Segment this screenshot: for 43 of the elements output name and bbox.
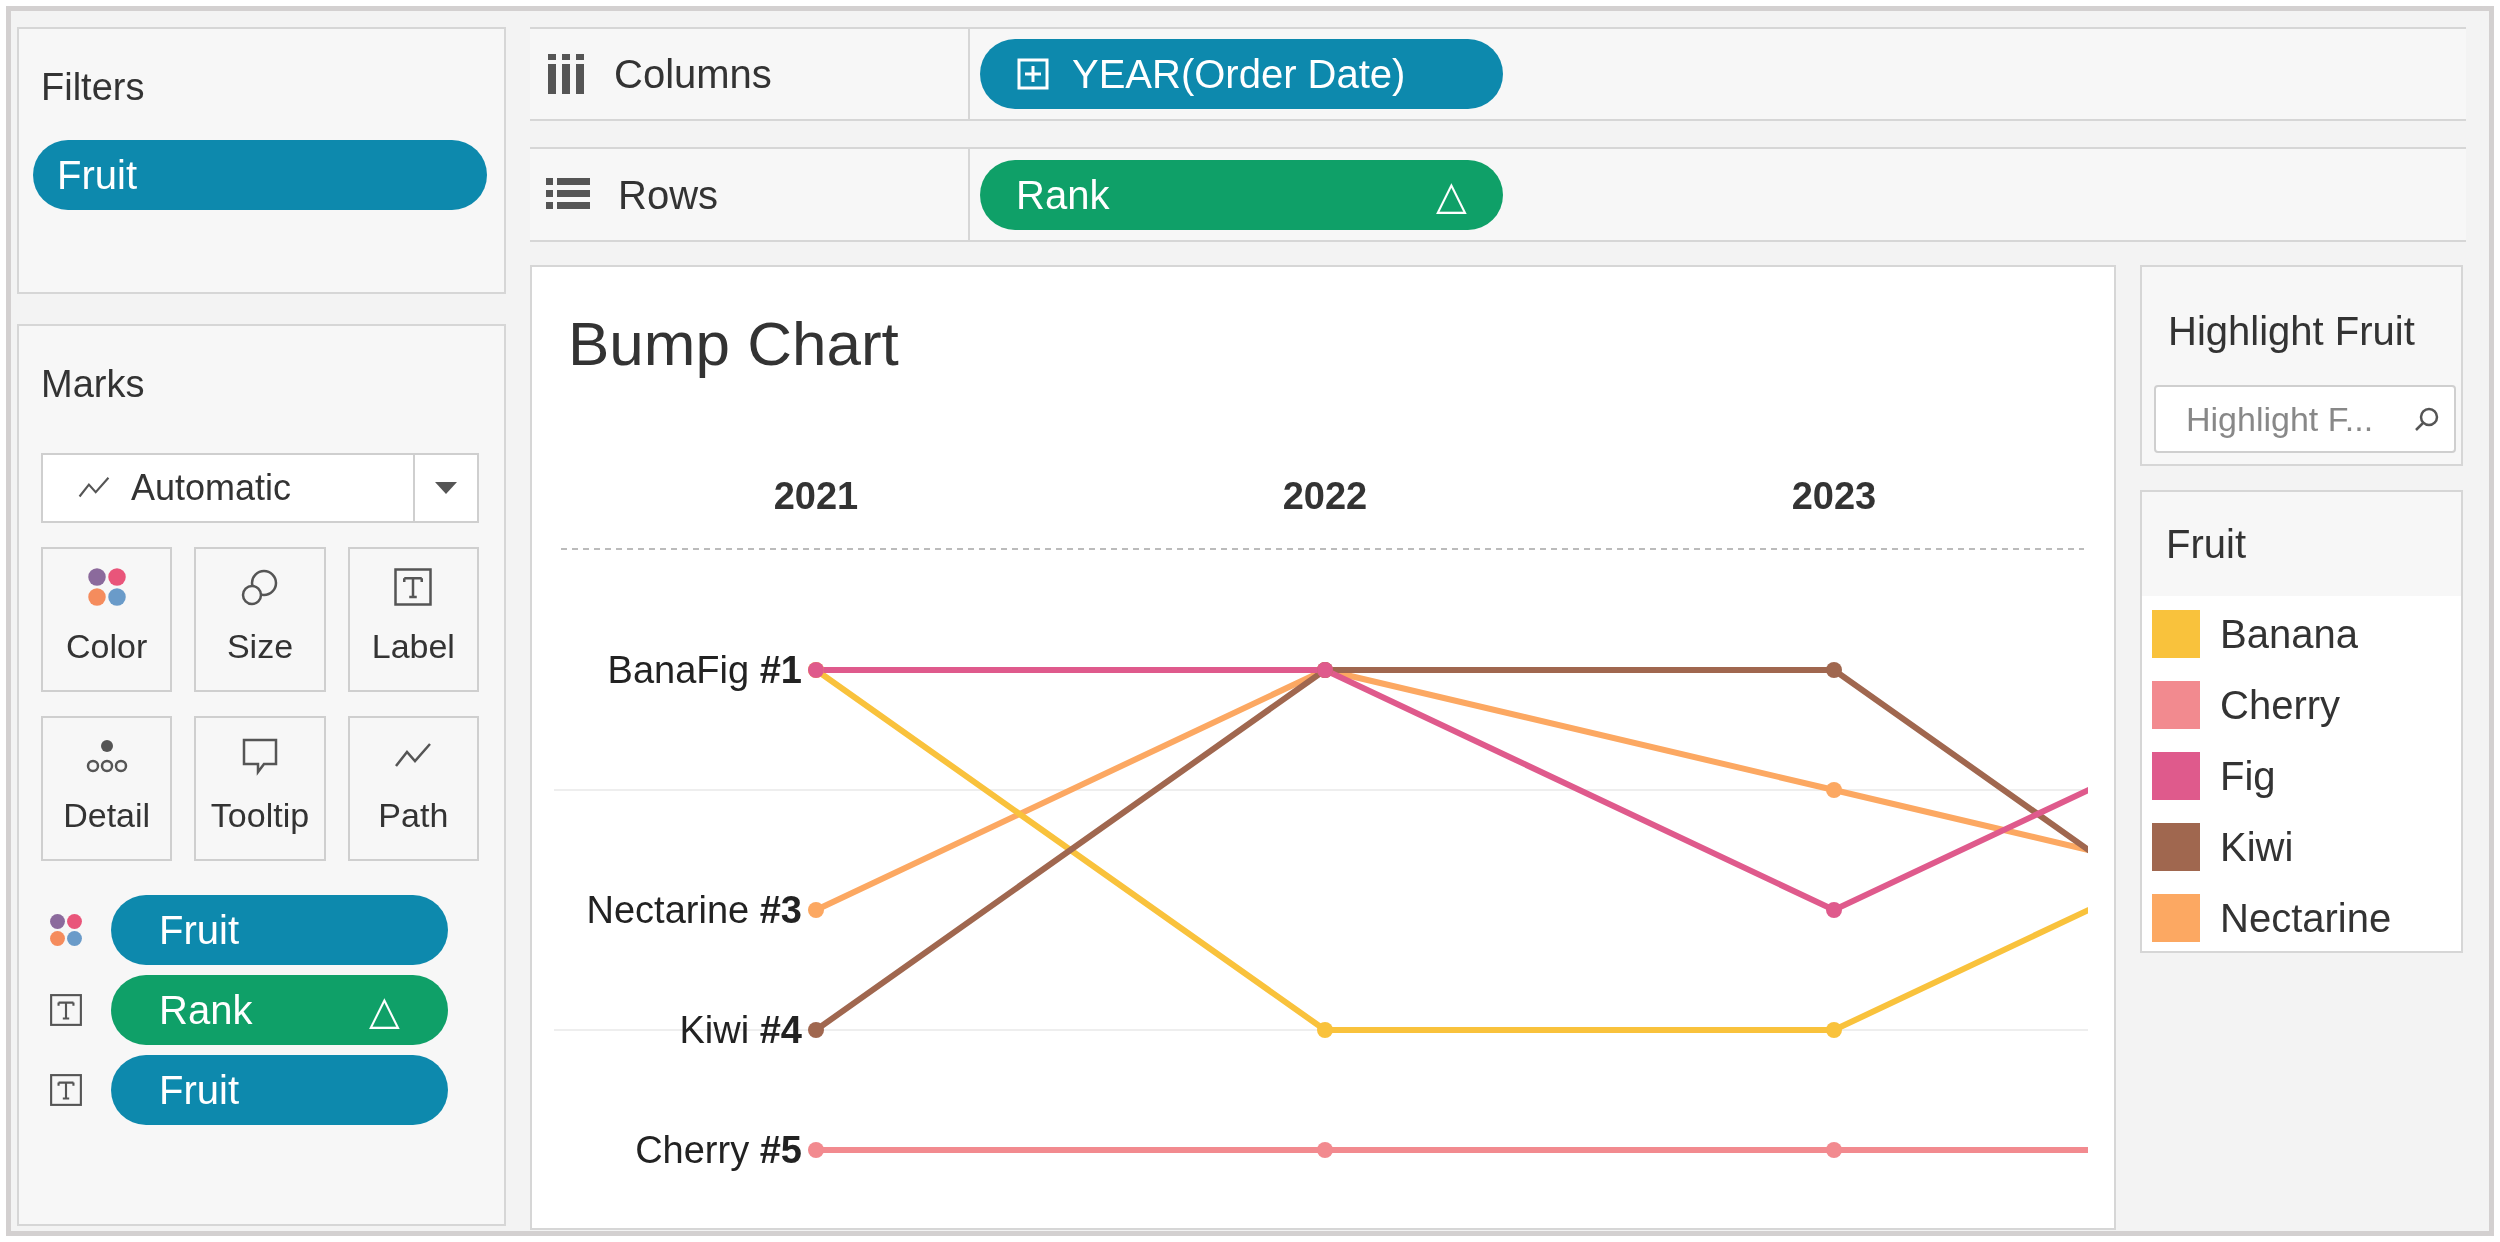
legend-item-label: Kiwi (2220, 824, 2294, 871)
mark-property-button[interactable]: Path (347, 716, 479, 861)
chart-title: Bump Chart (567, 308, 900, 380)
mark-property-button[interactable]: Detail (41, 716, 173, 861)
year-header: 2022 (1282, 475, 1368, 517)
point-label: Nectarine #3 (586, 888, 802, 932)
mark-property-button[interactable]: Size (194, 547, 326, 692)
expand-icon[interactable] (1016, 57, 1050, 91)
panel-title: Filters (41, 65, 146, 110)
point-label: Kiwi #4 (679, 1008, 802, 1052)
highlight-search-field[interactable]: Highlight F... (2154, 385, 2456, 453)
field-pill[interactable]: YEAR(Order Date) (980, 39, 1503, 109)
panel-title: Highlight Fruit (2168, 308, 2416, 355)
color-dots-icon (49, 913, 83, 947)
circles-icon (240, 567, 280, 607)
panel-title: Marks (41, 362, 146, 407)
year-header: 2023 (1791, 475, 1877, 517)
point-label: Fig #1 (696, 648, 802, 692)
legend-title: Fruit (2166, 521, 2246, 568)
legend-item-label: Fig (2220, 753, 2276, 800)
field-pill[interactable]: Fruit (111, 895, 448, 965)
shelf-label: Columns (614, 51, 772, 98)
legend-item-label: Cherry (2220, 682, 2341, 729)
mark-type-dropdown[interactable]: Automatic (41, 453, 479, 523)
text-icon (49, 1073, 83, 1107)
field-pill[interactable]: Fruit (33, 140, 487, 210)
columns-icon (546, 54, 586, 94)
mark-property-button[interactable]: Color (41, 547, 173, 692)
speech-bubble-icon (240, 736, 280, 776)
legend-item-label: Nectarine (2220, 895, 2392, 942)
point-label: Cherry #5 (635, 1128, 802, 1172)
text-icon (49, 993, 83, 1027)
mark-property-button[interactable]: Label (347, 547, 479, 692)
year-header: 2021 (773, 475, 859, 517)
mark-property-button[interactable]: Tooltip (194, 716, 326, 861)
field-pill[interactable]: Fruit (111, 1055, 448, 1125)
text-icon (393, 567, 434, 607)
point-label: Bana (607, 648, 697, 692)
color-dots-icon (86, 567, 127, 607)
shelf-label: Rows (618, 171, 719, 219)
rows-icon (546, 177, 590, 212)
legend-item-label: Banana (2220, 611, 2358, 658)
search-icon[interactable] (2414, 406, 2440, 432)
